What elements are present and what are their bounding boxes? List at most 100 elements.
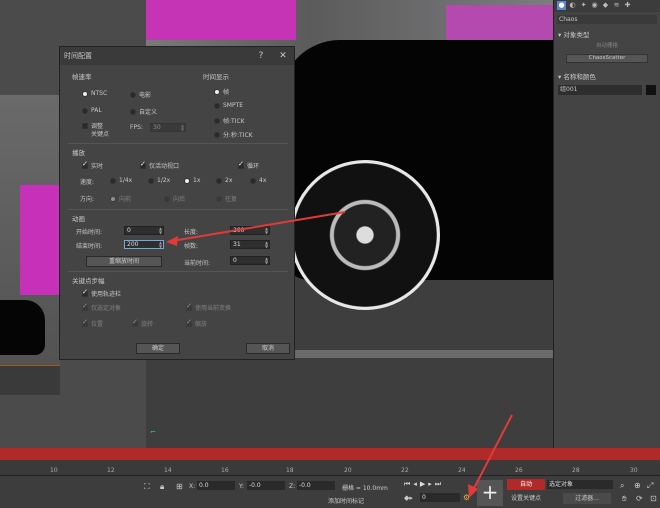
help-icon[interactable]: ? [250,51,272,61]
key-selection-dropdown[interactable]: 选定对象 [547,480,613,489]
spinner-icon[interactable]: ▲ ▼ [264,257,269,265]
realtime-checkbox[interactable]: 实时 [82,160,103,170]
wheel-wireframe[interactable] [290,160,440,310]
lock-icon[interactable]: 🔒︎ [160,482,164,492]
key-filters-button[interactable]: 过滤器... [563,493,611,504]
viewport-toggle-icon[interactable]: ⊡ [650,494,657,503]
isolate-icon[interactable]: ⛶ [144,482,150,492]
divider [68,143,288,144]
next-frame-icon[interactable]: ▸ [428,480,432,489]
radio-label: PAL [91,107,102,114]
category-dropdown[interactable]: Chaos [557,15,657,24]
maximize-icon[interactable]: ⤢ [647,481,653,491]
radio-smpte[interactable]: SMPTE [214,102,243,109]
name-color-rollout[interactable]: ▾ 名称和颜色 [554,69,660,83]
spinner-icon[interactable]: ▲ ▼ [264,241,269,249]
radio-frame-tick[interactable]: 帧:TICK [214,116,245,125]
current-time-input[interactable]: 0 ▲ ▼ [230,256,270,265]
selected-only-checkbox[interactable]: 仅选定对象 [82,302,122,312]
close-icon[interactable]: ✕ [272,51,294,61]
radio-reverse[interactable]: 向后 [164,194,185,203]
radio-min-sec-tick[interactable]: 分:秒:TICK [214,130,253,139]
position-checkbox[interactable]: 位置 [82,318,103,328]
radio-forward[interactable]: 向前 [110,194,131,203]
tick-label: 20 [344,467,352,474]
orbit-icon[interactable]: ⟳ [636,494,643,503]
scale-checkbox[interactable]: 缩放 [186,318,207,328]
radio-speed-half[interactable]: 1/2x [148,177,170,184]
radio-pal[interactable]: PAL [82,107,102,114]
zoom-icon[interactable]: ⌕ [620,481,624,491]
radio-speed-1x[interactable]: 1x [184,177,200,184]
checkbox-label: 仅选定对象 [91,305,122,312]
x-label: X: [189,483,196,490]
autogrid-checkbox[interactable]: 自动栅格 [566,43,648,52]
time-configuration-icon[interactable]: ⚙ [463,493,470,502]
length-input[interactable]: 200 ▲ ▼ [230,226,270,235]
name-row: 组001 [558,85,656,95]
x-coordinate-input[interactable]: 0.0 [197,481,235,490]
checkbox-label: 使用轨迹栏 [91,291,122,298]
active-viewport-checkbox[interactable]: 仅活动视口 [140,160,179,170]
start-time-value: 0 [127,227,131,234]
radio-label: SMPTE [223,102,244,109]
y-coordinate-input[interactable]: -0.0 [247,481,285,490]
spinner-icon[interactable]: ▲ ▼ [158,241,163,249]
auto-key-button[interactable]: 自动 [507,479,545,490]
helpers-tab-icon[interactable]: ◆ [601,1,610,10]
go-to-end-icon[interactable]: ⏭ [435,480,441,489]
adjust-keys-checkbox[interactable]: 调整 关键点 [82,123,109,139]
time-slider[interactable] [0,448,660,460]
radio-ntsc[interactable]: NTSC [82,90,107,97]
rotation-checkbox[interactable]: 旋转 [132,318,153,328]
key-mode-icon[interactable]: ◆▸ [404,494,413,502]
systems-tab-icon[interactable]: ✚ [623,1,632,10]
current-frame-input[interactable]: 0 [420,493,460,502]
rescale-time-button[interactable]: 重缩放时间 [86,256,162,267]
radio-speed-quarter[interactable]: 1/4x [110,177,132,184]
spinner-icon[interactable]: ▲ ▼ [180,124,185,132]
set-key-button[interactable]: 设置关键点 [507,493,545,504]
object-type-rollout[interactable]: ▾ 对象类型 [554,27,660,41]
end-time-input[interactable]: 200 ▲ ▼ [124,240,164,249]
radio-film[interactable]: 电影 [130,90,151,99]
add-time-tag-button[interactable]: 添加时间标记 [328,496,364,505]
tick-label: 16 [221,467,229,474]
object-color-swatch[interactable] [646,85,656,95]
loop-checkbox[interactable]: 循环 [238,160,259,170]
play-icon[interactable]: ▶ [420,480,425,489]
spinner-icon[interactable]: ▲ ▼ [264,227,269,235]
previous-frame-icon[interactable]: ◂ [413,480,417,489]
radio-custom[interactable]: 自定义 [130,107,157,116]
ok-button[interactable]: 确定 [136,343,180,354]
frame-count-input[interactable]: 31 ▲ ▼ [230,240,270,249]
use-current-transform-checkbox[interactable]: 使用当前变换 [186,302,231,312]
add-icon[interactable]: + [477,480,503,506]
zoom-all-icon[interactable]: ⊕ [634,481,641,490]
fps-input[interactable]: 30 ▲ ▼ [150,123,186,132]
cameras-tab-icon[interactable]: ◉ [590,1,599,10]
use-trackbar-checkbox[interactable]: 使用轨迹栏 [82,288,122,298]
track-bar[interactable]: 10 12 14 16 18 20 22 24 26 28 30 [0,460,660,476]
cancel-button[interactable]: 取消 [246,343,290,354]
dialog-titlebar[interactable]: 时间配置 ? ✕ [60,47,294,65]
chaos-scatter-button[interactable]: ChaosScatter [566,54,648,63]
spinner-icon[interactable]: ▲ ▼ [158,227,163,235]
radio-dot-icon [148,177,154,184]
radio-speed-2x[interactable]: 2x [216,177,232,184]
create-tab-icon[interactable]: ● [557,1,566,10]
shapes-tab-icon[interactable]: ◐ [568,1,577,10]
radio-speed-4x[interactable]: 4x [250,177,266,184]
lights-tab-icon[interactable]: ✦ [579,1,588,10]
object-name-input[interactable]: 组001 [558,85,642,95]
spacewarps-tab-icon[interactable]: ≋ [612,1,621,10]
radio-frames[interactable]: 帧 [214,87,229,96]
transform-mode-icon[interactable]: ⊞ [176,482,183,491]
z-coordinate-input[interactable]: -0.0 [297,481,335,490]
start-time-input[interactable]: 0 ▲ ▼ [124,226,164,235]
pan-icon[interactable]: ✋︎ [622,494,627,504]
go-to-start-icon[interactable]: ⏮ [404,480,410,489]
radio-label: 4x [259,177,267,184]
radio-ping-pong[interactable]: 往复 [216,194,237,203]
axis-gizmo: ⌐ [150,428,156,436]
